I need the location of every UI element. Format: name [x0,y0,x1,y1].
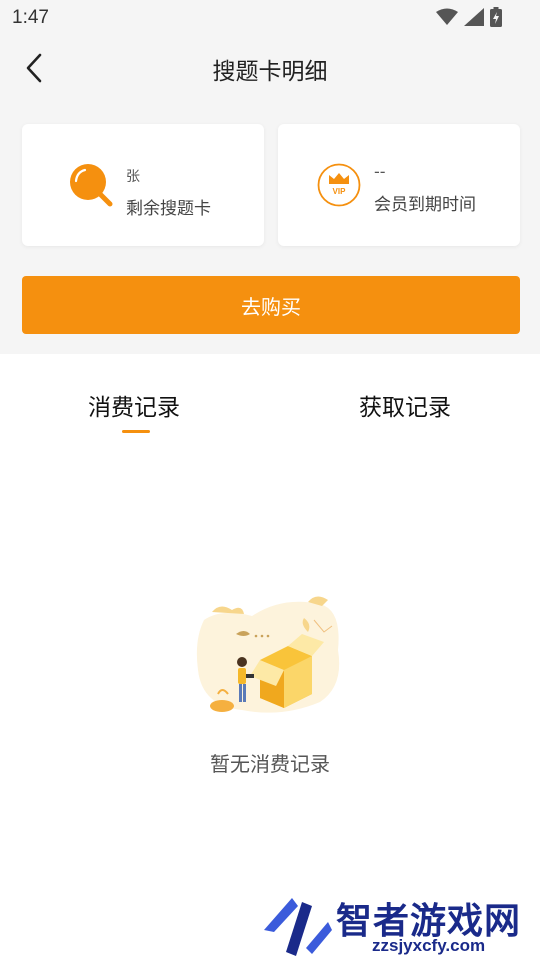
app-bar: 搜题卡明细 [0,36,540,102]
wifi-icon [436,8,458,25]
status-bar: 1:47 [0,0,540,36]
active-tab-indicator [122,430,150,433]
status-time: 1:47 [12,7,49,28]
buy-button[interactable]: 去购买 [22,276,520,334]
remaining-count: 张 [126,169,140,185]
vip-crown-icon: VIP [317,163,361,207]
signal-icon [464,8,484,26]
tab-acquisition-records[interactable]: 获取记录 [359,388,451,422]
watermark-url: zzsjyxcfy.com [372,936,486,955]
empty-state-message: 暂无消费记录 [210,752,330,776]
remaining-label: 剩余搜题卡 [126,199,211,219]
remaining-cards-card: 张 剩余搜题卡 [22,124,264,246]
record-tabs: 消费记录 获取记录 [0,376,540,438]
watermark-logo-icon [264,898,332,956]
summary-section: 张 剩余搜题卡 VIP -- 会员到期时间 去购买 [0,102,540,354]
membership-expiry-value: -- [374,162,386,181]
svg-text:VIP: VIP [333,187,347,196]
empty-records-illustration [196,596,340,713]
status-icons [436,7,502,27]
watermark: 智者游戏网 zzsjyxcfy.com [262,892,540,960]
membership-expiry-label: 会员到期时间 [374,195,476,215]
search-icon [70,164,113,207]
page-title: 搜题卡明细 [212,59,328,85]
tab-consumption-records[interactable]: 消费记录 [88,388,180,422]
battery-icon [490,7,502,27]
membership-card: VIP -- 会员到期时间 [278,124,520,246]
